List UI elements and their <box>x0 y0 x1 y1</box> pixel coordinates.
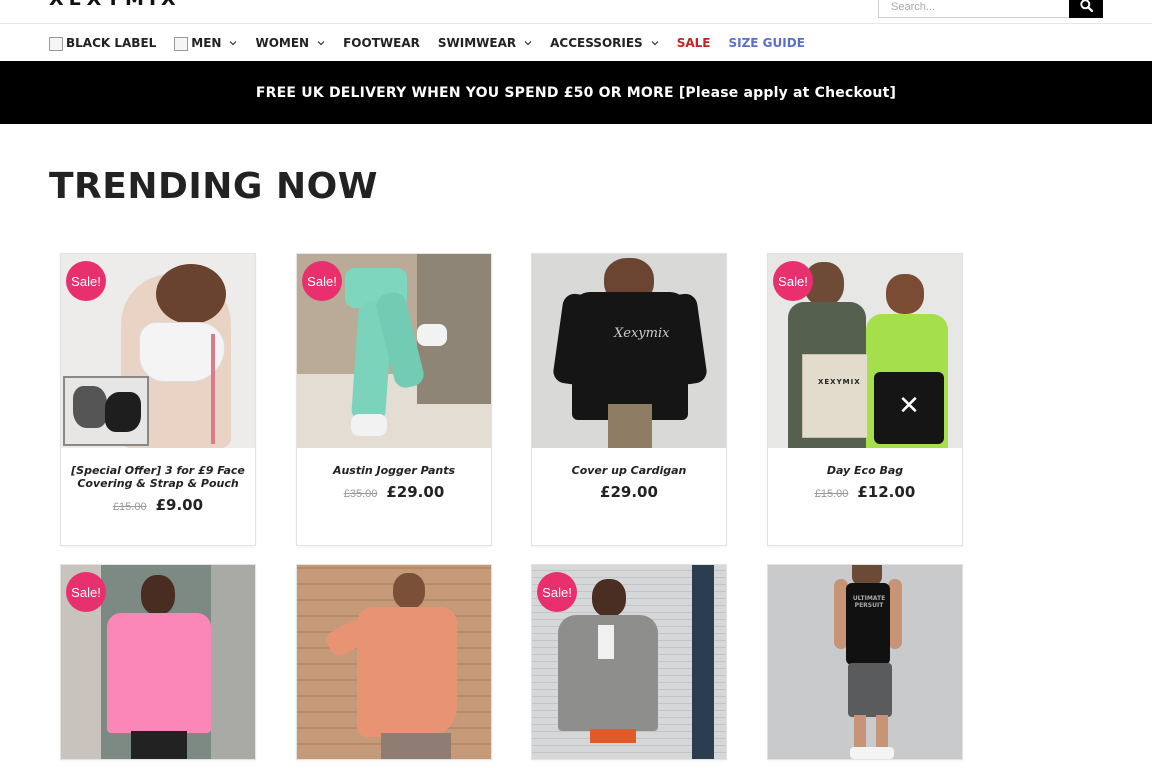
nav-item-black-label[interactable]: BLACK LABEL <box>49 35 157 51</box>
nav-item-size-guide[interactable]: SIZE GUIDE <box>728 36 804 50</box>
product-card[interactable]: Sale! Austin Jogger Pants £35.00 £29.00 <box>296 253 492 546</box>
nav-label: SIZE GUIDE <box>728 35 805 50</box>
delivery-banner: FREE UK DELIVERY WHEN YOU SPEND £50 OR M… <box>0 61 1152 124</box>
old-price: £35.00 <box>343 488 378 500</box>
product-info: Day Eco Bag £15.00 £12.00 <box>768 448 962 545</box>
product-prices: £15.00 £12.00 <box>778 483 952 501</box>
nav-item-women[interactable]: WOMEN <box>255 36 325 50</box>
nav-item-sale[interactable]: SALE <box>677 36 711 50</box>
product-image[interactable]: Sale! <box>297 254 491 448</box>
nav-label: FOOTWEAR <box>343 35 420 50</box>
nav-label: SWIMWEAR <box>437 35 517 50</box>
product-prices: £35.00 £29.00 <box>307 483 481 501</box>
broken-image-icon <box>49 36 63 51</box>
old-price: £15.00 <box>112 501 147 513</box>
chevron-down-icon <box>524 40 532 46</box>
broken-image-icon <box>174 36 189 51</box>
search-button[interactable] <box>1069 0 1103 18</box>
old-price: £15.00 <box>814 488 849 500</box>
sale-badge: Sale! <box>66 261 106 301</box>
product-name[interactable]: Austin Jogger Pants <box>307 464 481 477</box>
sale-price: £9.00 <box>155 496 204 514</box>
nav-label: WOMEN <box>255 35 310 50</box>
product-name[interactable]: Day Eco Bag <box>778 464 952 477</box>
product-name[interactable]: [Special Offer] 3 for £9 Face Covering &… <box>71 464 245 490</box>
product-prices: £29.00 <box>542 483 716 501</box>
sale-badge: Sale! <box>773 261 813 301</box>
product-image[interactable]: ULTIMATE PERSUIT <box>768 565 962 759</box>
product-image[interactable] <box>297 565 491 759</box>
chevron-down-icon <box>651 40 659 46</box>
banner-text: FREE UK DELIVERY WHEN YOU SPEND £50 OR M… <box>255 84 897 101</box>
sale-badge: Sale! <box>66 572 106 612</box>
nav-item-swimwear[interactable]: SWIMWEAR <box>438 36 532 50</box>
product-card[interactable]: XEXYMIX ✕ Sale! Day Eco Bag £15.00 £12.0… <box>767 253 963 546</box>
section-title: TRENDING NOW <box>49 166 378 207</box>
product-card[interactable] <box>296 564 492 760</box>
chevron-down-icon <box>317 40 325 46</box>
product-info: Austin Jogger Pants £35.00 £29.00 <box>297 448 491 545</box>
nav-label: MEN <box>191 35 222 50</box>
top-bar: XEXYMIX <box>0 0 1152 24</box>
product-prices: £15.00 £9.00 <box>71 496 245 514</box>
search-input[interactable] <box>878 0 1069 18</box>
product-image[interactable]: Xexymix <box>532 254 726 448</box>
sale-badge: Sale! <box>302 261 342 301</box>
chevron-down-icon <box>229 40 237 46</box>
brand-logo[interactable]: XEXYMIX <box>49 0 181 10</box>
product-name[interactable]: Cover up Cardigan <box>542 464 716 477</box>
sale-badge: Sale! <box>537 572 577 612</box>
sale-price: £12.00 <box>857 483 916 501</box>
nav-item-accessories[interactable]: ACCESSORIES <box>550 36 659 50</box>
product-image[interactable]: Sale! <box>61 254 255 448</box>
product-card[interactable]: Xexymix Cover up Cardigan £29.00 <box>531 253 727 546</box>
product-card[interactable]: Sale! [Special Offer] 3 for £9 Face Cove… <box>60 253 256 546</box>
nav-item-men[interactable]: MEN <box>174 35 237 51</box>
product-info: Cover up Cardigan £29.00 <box>532 448 726 545</box>
product-image[interactable]: Sale! <box>532 565 726 759</box>
nav-label: SALE <box>676 35 711 50</box>
search-form <box>878 0 1103 18</box>
nav-label: BLACK LABEL <box>66 35 157 50</box>
search-icon <box>1079 0 1093 12</box>
nav-item-footwear[interactable]: FOOTWEAR <box>343 36 420 50</box>
nav-label: ACCESSORIES <box>550 35 643 50</box>
product-card[interactable]: ULTIMATE PERSUIT <box>767 564 963 760</box>
product-info: [Special Offer] 3 for £9 Face Covering &… <box>61 448 255 545</box>
product-image[interactable]: Sale! <box>61 565 255 759</box>
price: £29.00 <box>600 483 658 501</box>
product-image[interactable]: XEXYMIX ✕ Sale! <box>768 254 962 448</box>
product-card[interactable]: Sale! <box>531 564 727 760</box>
sale-price: £29.00 <box>386 483 445 501</box>
product-card[interactable]: Sale! <box>60 564 256 760</box>
main-nav: BLACK LABEL MEN WOMEN FOOTWEAR SWIMWEAR … <box>0 24 1152 61</box>
